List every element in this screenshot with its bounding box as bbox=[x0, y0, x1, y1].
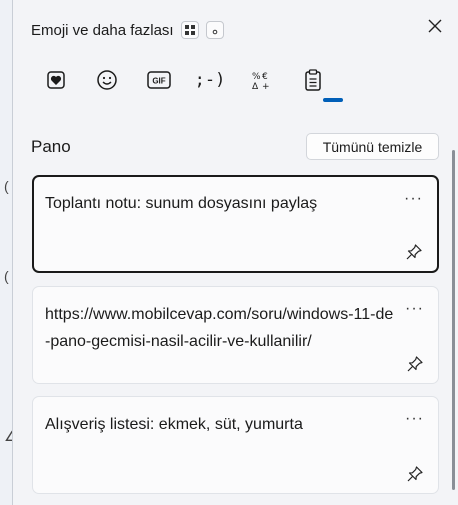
pin-icon[interactable] bbox=[406, 465, 424, 483]
dot-icon bbox=[212, 29, 218, 35]
panel-title: Emoji ve daha fazlası bbox=[31, 22, 174, 39]
more-options-button[interactable]: ··· bbox=[405, 300, 424, 318]
clipboard-item-text: Alışveriş listesi: ekmek, süt, yumurta bbox=[45, 416, 303, 433]
svg-text:GIF: GIF bbox=[152, 77, 165, 86]
svg-text:€: € bbox=[262, 72, 268, 82]
grid-icon bbox=[185, 25, 195, 35]
category-tabs: GIF ;-) % € Δ + bbox=[33, 60, 433, 110]
section-title: Pano bbox=[31, 137, 71, 156]
kaomoji-icon: ;-) bbox=[194, 70, 226, 90]
pin-icon[interactable] bbox=[405, 243, 423, 261]
svg-text:+: + bbox=[262, 82, 270, 91]
pin-icon[interactable] bbox=[406, 355, 424, 373]
svg-text:Δ: Δ bbox=[252, 82, 259, 91]
clipboard-item[interactable]: Alışveriş listesi: ekmek, süt, yumurta ·… bbox=[32, 396, 439, 494]
clipboard-item[interactable]: https://www.mobilcevap.com/soru/windows-… bbox=[32, 286, 439, 384]
title-bar: Emoji ve daha fazlası bbox=[13, 0, 458, 52]
scrollbar[interactable] bbox=[452, 150, 455, 490]
background-glyph: ( bbox=[4, 178, 9, 194]
tab-kaomoji[interactable]: ;-) bbox=[190, 60, 230, 100]
close-icon bbox=[428, 19, 442, 33]
clear-all-button[interactable]: Tümünü temizle bbox=[306, 133, 439, 160]
tab-clipboard[interactable] bbox=[293, 60, 333, 100]
tab-emoji[interactable] bbox=[87, 60, 127, 100]
clipboard-item-text: Toplantı notu: sunum dosyasını paylaş bbox=[45, 195, 318, 212]
clipboard-item[interactable]: Toplantı notu: sunum dosyasını paylaş ··… bbox=[32, 175, 439, 273]
background-glyph: ( bbox=[4, 268, 9, 284]
smiley-icon bbox=[97, 70, 117, 90]
tab-favorites[interactable] bbox=[36, 60, 76, 100]
emoji-panel: Emoji ve daha fazlası GIF ;-) % € Δ + Pa… bbox=[12, 0, 458, 505]
tab-symbols[interactable]: % € Δ + bbox=[241, 60, 281, 100]
clipboard-icon bbox=[305, 69, 321, 91]
heart-icon bbox=[47, 71, 65, 89]
selected-tab-indicator bbox=[323, 98, 343, 102]
dot-button[interactable] bbox=[206, 21, 224, 39]
clipboard-item-text: https://www.mobilcevap.com/soru/windows-… bbox=[45, 306, 394, 350]
more-options-button[interactable]: ··· bbox=[404, 190, 423, 208]
gif-icon: GIF bbox=[147, 71, 171, 89]
close-button[interactable] bbox=[423, 14, 447, 38]
symbols-icon: % € Δ + bbox=[252, 72, 270, 91]
svg-text:%: % bbox=[252, 72, 261, 82]
more-options-button[interactable]: ··· bbox=[405, 410, 424, 428]
grid-button[interactable] bbox=[181, 21, 199, 39]
tab-gif[interactable]: GIF bbox=[139, 60, 179, 100]
